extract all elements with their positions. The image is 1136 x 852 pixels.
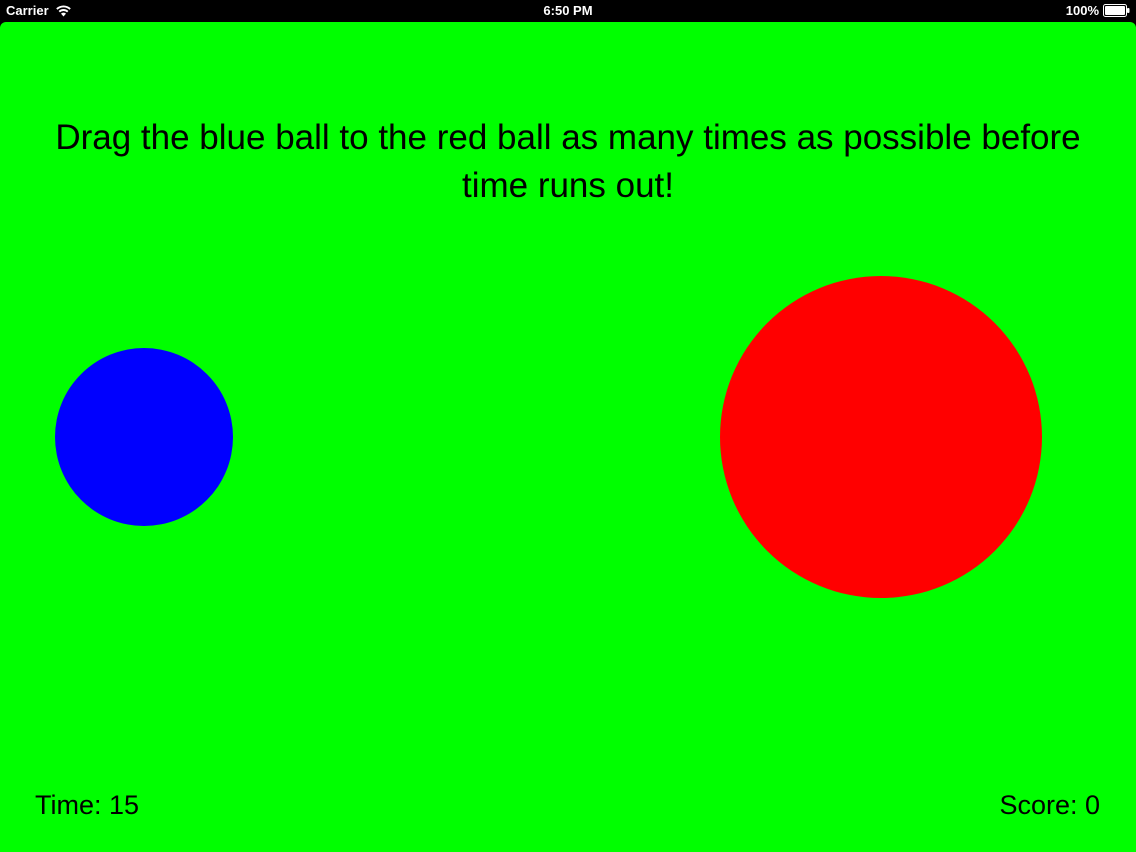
- clock: 6:50 PM: [543, 3, 593, 18]
- battery-icon: [1103, 4, 1130, 17]
- game-area: Drag the blue ball to the red ball as ma…: [0, 22, 1136, 852]
- red-ball-target: [720, 276, 1042, 598]
- time-label: Time: 15: [35, 790, 140, 820]
- status-bar: Carrier 6:50 PM 100%: [0, 0, 1136, 22]
- status-right: 100%: [1066, 3, 1130, 18]
- instructions-text: Drag the blue ball to the red ball as ma…: [55, 118, 1081, 205]
- blue-ball[interactable]: [55, 348, 233, 526]
- score-label: Score: 0: [999, 790, 1100, 820]
- battery-percent: 100%: [1065, 3, 1099, 18]
